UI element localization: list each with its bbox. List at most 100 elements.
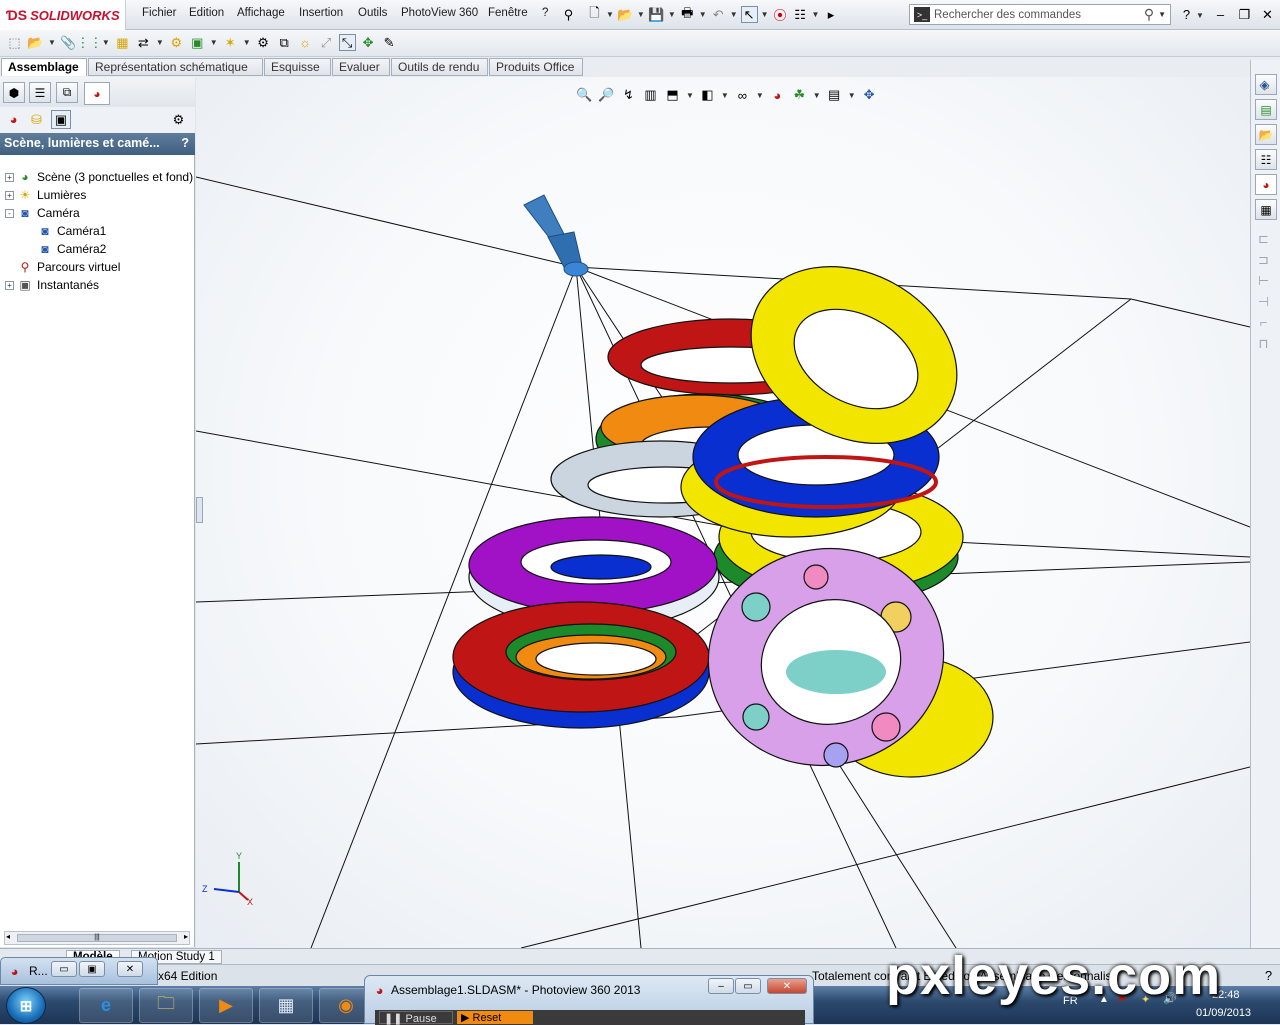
tab-outils-de-rendu[interactable]: Outils de rendu	[391, 58, 488, 76]
command-search-box[interactable]: >_ Rechercher des commandes ⚲ ▼	[909, 4, 1171, 25]
panel-help-icon[interactable]: ?	[181, 136, 189, 150]
select-arrow-icon[interactable]: ↖	[740, 6, 758, 23]
print-icon[interactable]: 🖶	[679, 5, 696, 23]
tree-item[interactable]: + ◕ Scène (3 ponctuelles et fond)	[0, 168, 195, 186]
minimized-window[interactable]: ◕ R... ▭ ▣ ✕	[0, 957, 158, 985]
tree-expander-icon[interactable]: +	[5, 190, 14, 200]
exploded-view-icon[interactable]: ☼	[297, 34, 314, 51]
move-caret-icon[interactable]: ▼	[156, 38, 164, 47]
traffic-light-icon[interactable]: ⦿	[772, 6, 789, 23]
menu-affichage[interactable]: Affichage	[237, 7, 285, 19]
open-component-icon[interactable]: 📂	[27, 34, 44, 51]
menu-fenetre[interactable]: Fenêtre	[488, 7, 528, 19]
panel-collapse-handle[interactable]	[196, 497, 203, 523]
save-caret-icon[interactable]: ▼	[668, 10, 676, 19]
start-button[interactable]: ⊞	[6, 987, 46, 1024]
graphics-viewport[interactable]: 🔍 🔎 ↯ ▥ ⬒▼ ◧▼ ∞▼ ◕ ☘▼ ▤▼ ✥ ⧈ ⧇ – ❐ ✕	[196, 77, 1250, 948]
reference-geometry-icon[interactable]: ✶	[222, 34, 239, 51]
scroll-right-icon[interactable]: ▸	[184, 932, 188, 941]
help-caret-icon[interactable]: ▼	[1196, 11, 1204, 20]
decals-icon[interactable]: ⛁	[28, 111, 45, 128]
component-caret-icon[interactable]: ▼	[48, 38, 56, 47]
appearances-icon[interactable]: ◕	[5, 111, 22, 128]
property-manager-icon[interactable]: ☰	[29, 82, 51, 103]
taskbar-explorer[interactable]: 🗀	[139, 988, 193, 1023]
sketch-tool-icon-5[interactable]: ⌐	[1255, 314, 1272, 331]
mate-icon[interactable]: ⋮⋮	[76, 34, 102, 51]
tab-esquisse[interactable]: Esquisse	[264, 58, 331, 76]
window-minimize-icon[interactable]: –	[1212, 6, 1229, 23]
options-icon[interactable]: ▸	[822, 6, 839, 23]
window-restore-icon[interactable]: ❐	[1236, 6, 1253, 23]
scene-lights-cameras-icon[interactable]: ▣	[51, 110, 71, 129]
tree-item[interactable]: + ▣ Instantanés	[0, 276, 195, 294]
tab-assemblage[interactable]: Assemblage	[1, 58, 87, 76]
design-library-icon[interactable]: ▤	[1255, 99, 1277, 120]
search-icon[interactable]: ⚲	[1144, 6, 1154, 23]
tree-item[interactable]: - ◙ Caméra	[0, 204, 195, 222]
reset-button[interactable]: ▶ Reset	[457, 1011, 533, 1024]
menu-edition[interactable]: Edition	[189, 7, 224, 19]
assembly-features-icon[interactable]: ▣	[189, 34, 206, 51]
mate-caret-icon[interactable]: ▼	[102, 38, 110, 47]
photoview-close-button[interactable]: ✕	[767, 978, 807, 994]
tree-expander-icon[interactable]: +	[5, 172, 14, 182]
sketch-tool-icon-6[interactable]: ⊓	[1255, 335, 1272, 352]
menu-help[interactable]: ?	[542, 7, 548, 19]
tab-produits-office[interactable]: Produits Office	[489, 58, 583, 76]
task-pane-pin-icon[interactable]: ◈	[1256, 76, 1273, 93]
view-palette-icon[interactable]: ☷	[1255, 149, 1277, 170]
explode-icon[interactable]: ⧉	[276, 34, 293, 51]
open-caret-icon[interactable]: ▼	[637, 10, 645, 19]
select-caret-icon[interactable]: ▼	[761, 10, 769, 19]
pin-icon[interactable]: ⚲	[560, 6, 577, 23]
properties-caret-icon[interactable]: ▼	[812, 10, 820, 19]
photoview-minimize-button[interactable]: –	[708, 978, 734, 994]
file-explorer-icon[interactable]: 📂	[1255, 124, 1277, 145]
menu-photoview[interactable]: PhotoView 360	[401, 7, 478, 19]
smart-fasteners-icon[interactable]: ⚙	[255, 34, 272, 51]
tree-expander-icon[interactable]: -	[5, 208, 14, 218]
panel-horizontal-scrollbar[interactable]: ◂ ||| ▸	[4, 931, 190, 945]
bom-icon[interactable]: ⤢	[318, 34, 335, 51]
print-caret-icon[interactable]: ▼	[699, 10, 707, 19]
help-icon[interactable]: ?	[1178, 6, 1195, 23]
minwin-close-button[interactable]: ✕	[117, 961, 143, 977]
tree-item[interactable]: ◙ Caméra2	[0, 240, 195, 258]
minwin-maximize-button[interactable]: ▣	[79, 961, 105, 977]
clock-date[interactable]: 01/09/2013	[1196, 1007, 1251, 1019]
tab-representation-schematique[interactable]: Représentation schématique	[88, 58, 263, 76]
insert-component-icon[interactable]: ⬚	[6, 34, 23, 51]
sketch-tool-icon-1[interactable]: ⊏	[1255, 230, 1272, 247]
instant3d-icon[interactable]: ⤡	[338, 34, 356, 51]
large-design-review-icon[interactable]: ✎	[381, 34, 398, 51]
tree-expander-icon[interactable]: +	[5, 280, 14, 290]
gears-icon[interactable]: ⚙	[168, 34, 185, 51]
snapshot-tool-icon[interactable]: ✥	[360, 34, 377, 51]
new-caret-icon[interactable]: ▼	[606, 10, 614, 19]
photoview-window[interactable]: ◕ Assemblage1.SLDASM* - Photoview 360 20…	[364, 975, 814, 1025]
configuration-manager-icon[interactable]: ⧉	[56, 82, 78, 103]
scroll-thumb[interactable]: |||	[17, 934, 177, 942]
search-caret-icon[interactable]: ▼	[1158, 10, 1166, 19]
move-component-icon[interactable]: ⇄	[135, 34, 152, 51]
taskbar-internet-explorer[interactable]: e	[79, 988, 133, 1023]
scroll-left-icon[interactable]: ◂	[6, 932, 10, 941]
sketch-tool-icon-2[interactable]: ⊐	[1255, 251, 1272, 268]
tab-evaluer[interactable]: Evaluer	[332, 58, 390, 76]
custom-properties-icon[interactable]: ▦	[1255, 199, 1277, 220]
open-folder-icon[interactable]: 📂	[617, 6, 634, 23]
photoview-maximize-button[interactable]: ▭	[735, 978, 761, 994]
status-help-icon[interactable]: ?	[1260, 967, 1277, 984]
solidworks-logo[interactable]: ƊS SOLIDWORKS	[0, 0, 126, 30]
tree-item[interactable]: + ☀ Lumières	[0, 186, 195, 204]
taskbar-calculator[interactable]: ▦	[259, 988, 313, 1023]
undo-caret-icon[interactable]: ▼	[730, 10, 738, 19]
window-close-icon[interactable]: ✕	[1259, 6, 1276, 23]
display-manager-icon[interactable]: ◕	[84, 82, 110, 105]
panel-options-icon[interactable]: ⚙	[170, 111, 187, 128]
new-document-icon[interactable]: 🗋	[586, 5, 603, 23]
sketch-tool-icon-4[interactable]: ⊣	[1255, 293, 1272, 310]
menu-fichier[interactable]: Fichier	[142, 7, 177, 19]
feature-manager-icon[interactable]: ⬢	[3, 82, 25, 103]
